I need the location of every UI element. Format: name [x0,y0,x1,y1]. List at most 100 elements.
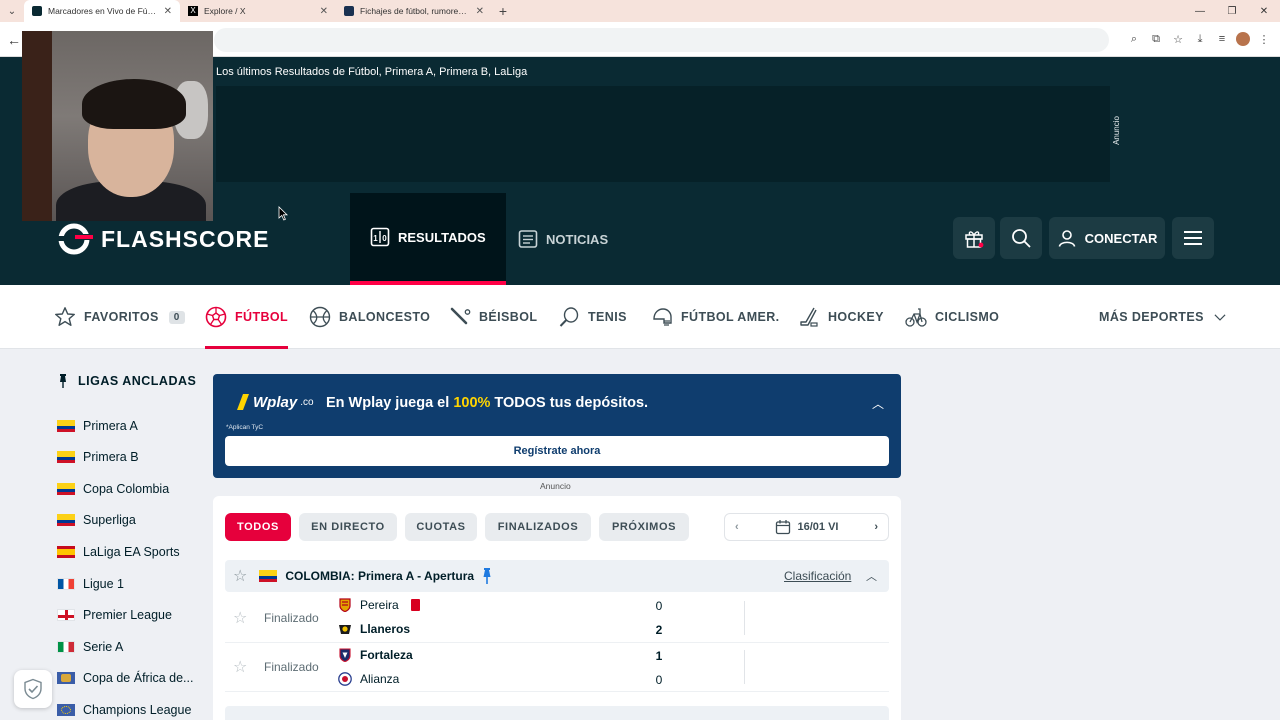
hamburger-menu-button[interactable] [1172,217,1214,259]
next-league-header[interactable] [225,706,889,720]
browser-tab-transfermarkt[interactable]: Fichajes de fútbol, rumores, val ✕ [336,0,492,22]
back-arrow-icon[interactable]: ← [4,30,24,50]
sidebar-league-primera-b[interactable]: Primera B [57,450,139,464]
more-sports-dropdown[interactable]: MÁS DEPORTES [1099,285,1228,349]
favorites-count-badge: 0 [168,310,185,324]
privacy-shield-button[interactable] [14,670,52,708]
llaneros-crest-icon [339,625,351,634]
match-row[interactable]: ☆ Finalizado Pereira Llaneros 0 2 [225,594,889,643]
gift-button[interactable] [953,217,995,259]
sidebar-league-ligue-1[interactable]: Ligue 1 [57,577,124,591]
sport-beisbol[interactable]: BÉISBOL [449,285,537,349]
alianza-crest-icon [338,672,352,686]
away-team: Alianza [338,672,399,686]
sport-hockey[interactable]: HOCKEY [798,285,884,349]
selected-date: 16/01 VI [797,521,839,533]
news-icon [518,230,538,248]
sport-ciclismo[interactable]: CICLISMO [905,285,999,349]
away-score: 0 [655,673,663,687]
flashscore-logo[interactable]: FLASHSCORE [57,222,269,256]
sidebar-league-copa-colombia[interactable]: Copa Colombia [57,482,169,496]
tab-search-icon[interactable]: ⌄ [0,0,24,22]
match-row[interactable]: ☆ Finalizado Fortaleza Alianza 1 0 [225,643,889,692]
collapse-league-chevron-icon[interactable]: ︿ [866,568,877,584]
cast-icon[interactable]: ⧉ [1148,30,1164,48]
filter-proximos[interactable]: PRÓXIMOS [599,513,689,541]
sidebar-league-copa-africa[interactable]: Copa de África de... [57,671,193,685]
close-tab-icon[interactable]: ✕ [320,6,328,17]
pinned-icon[interactable] [482,568,492,584]
favorite-star-icon[interactable]: ☆ [233,566,247,586]
pin-icon [60,374,66,388]
away-team-name: Alianza [360,672,400,686]
sport-favoritos[interactable]: FAVORITOS 0 [54,285,185,349]
match-status: Finalizado [264,660,319,674]
sidebar-league-champions-league[interactable]: Champions League [57,703,191,717]
standings-link[interactable]: Clasificación [784,569,851,583]
tab-title: Explore / X [204,6,246,16]
sidebar-league-superliga[interactable]: Superliga [57,513,136,527]
italy-flag-icon [57,641,75,653]
bookmark-star-icon[interactable]: ☆ [1170,30,1186,48]
sidebar-league-laliga[interactable]: LaLiga EA Sports [57,545,180,559]
close-tab-icon[interactable]: ✕ [164,6,172,17]
filter-cuotas[interactable]: CUOTAS [405,513,477,541]
sidebar-league-premier-league[interactable]: Premier League [57,608,172,622]
away-team-name: Llaneros [360,622,411,636]
tab-resultados[interactable]: 1 0 RESULTADOS [350,193,506,285]
baseball-bat-icon [450,307,471,325]
media-queue-icon[interactable]: ≡ [1214,30,1230,48]
next-day-arrow-icon[interactable]: › [874,521,878,533]
sidebar-league-serie-a[interactable]: Serie A [57,640,123,654]
scoreboard-icon: 1 0 [370,227,390,247]
sport-futbol-americano[interactable]: FÚTBOL AMER. [651,285,780,349]
wplay-logo[interactable]: Wplay .co [236,392,314,412]
ad-label-vertical: Anuncio [1112,116,1121,145]
match-favorite-star-icon[interactable]: ☆ [233,657,247,677]
new-tab-icon[interactable]: + [492,0,514,22]
profile-avatar[interactable] [1236,32,1250,46]
browser-tab-flashscore[interactable]: Marcadores en Vivo de Fútbol, ✕ [24,0,180,22]
page-subtitle: Los últimos Resultados de Fútbol, Primer… [216,66,528,78]
calendar-icon [775,520,790,535]
chevron-down-icon [1214,314,1226,321]
url-input[interactable] [214,28,1109,52]
league-name: Ligue 1 [83,577,125,591]
gift-icon [965,231,984,248]
browser-menu-icon[interactable]: ⋮ [1256,30,1272,48]
filter-en-directo[interactable]: EN DIRECTO [299,513,397,541]
shield-check-icon [24,678,42,700]
chevron-up-icon[interactable]: ︿ [872,395,884,412]
tab-noticias[interactable]: NOTICIAS [498,193,628,285]
sport-beisbol-label: BÉISBOL [479,310,538,324]
sport-tenis[interactable]: TENIS [558,285,627,349]
league-name: Copa Colombia [83,482,170,496]
pereira-crest-icon [339,598,351,612]
svg-text:0: 0 [382,234,387,243]
away-score: 2 [655,623,663,637]
previous-day-arrow-icon[interactable]: ‹ [735,521,739,533]
odds-divider [744,601,745,635]
sidebar-league-primera-a[interactable]: Primera A [57,419,138,433]
zoom-icon[interactable]: ⌕ [1126,30,1142,48]
filter-todos[interactable]: TODOS [225,513,291,541]
filter-finalizados[interactable]: FINALIZADOS [485,513,591,541]
sport-baloncesto[interactable]: BALONCESTO [309,285,430,349]
close-tab-icon[interactable]: ✕ [476,6,484,17]
match-favorite-star-icon[interactable]: ☆ [233,608,247,628]
league-name: LaLiga EA Sports [83,545,180,559]
register-button[interactable]: Regístrate ahora [225,436,889,466]
league-name: Primera B [83,450,139,464]
window-controls: — ❐ ✕ [1184,0,1280,22]
date-selector[interactable]: 16/01 VI [775,519,839,535]
connect-label: CONECTAR [1084,230,1158,246]
search-button[interactable] [1000,217,1042,259]
download-icon[interactable]: ⤓ [1192,30,1208,48]
browser-tab-x[interactable]: X Explore / X ✕ [180,0,336,22]
restore-icon[interactable]: ❐ [1216,0,1248,22]
minimize-icon[interactable]: — [1184,0,1216,22]
close-window-icon[interactable]: ✕ [1248,0,1280,22]
connect-button[interactable]: CONECTAR [1049,217,1165,259]
x-favicon-icon: X [188,6,198,16]
sport-futbol[interactable]: FÚTBOL [205,285,289,349]
